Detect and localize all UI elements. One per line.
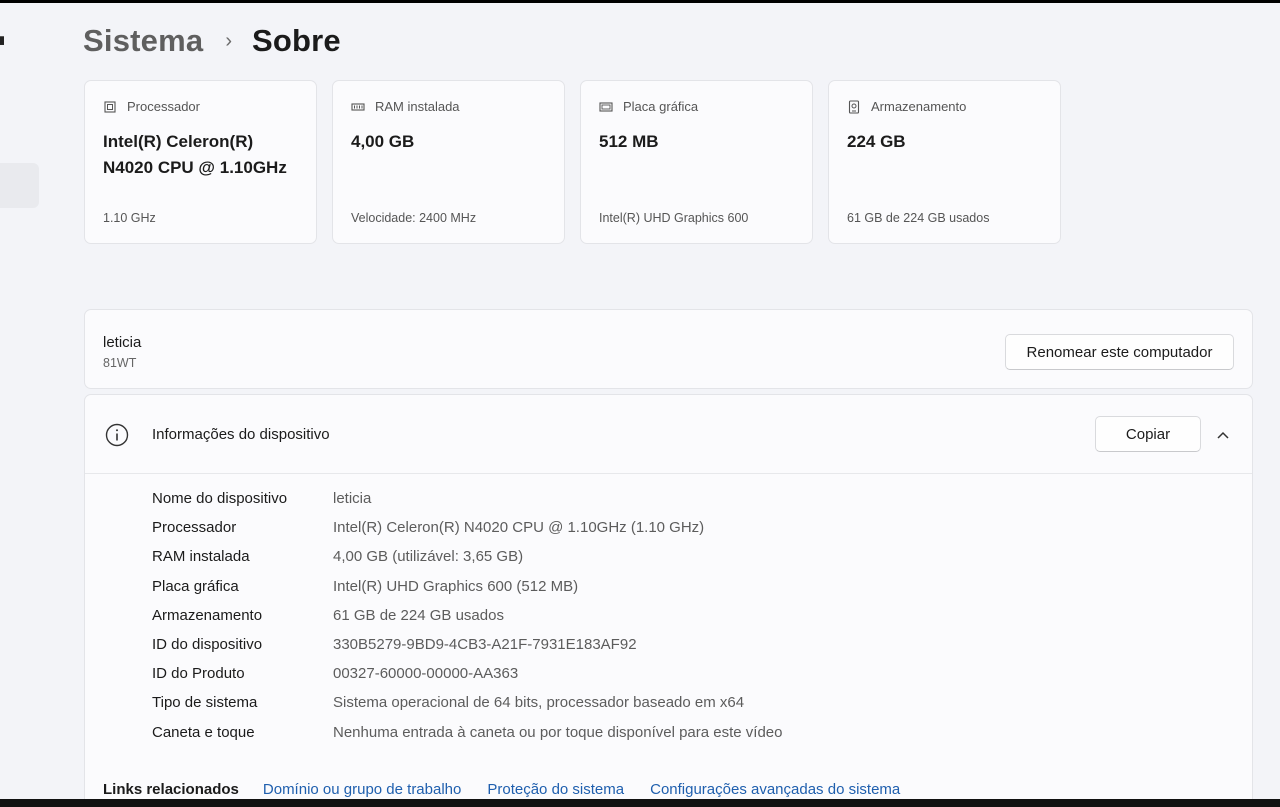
nav-icon[interactable]: ■ xyxy=(0,30,4,50)
copy-button[interactable]: Copiar xyxy=(1095,416,1201,452)
bottom-edge xyxy=(0,799,1280,807)
card-subtext: Intel(R) UHD Graphics 600 xyxy=(599,211,749,225)
breadcrumb-parent[interactable]: Sistema xyxy=(83,23,203,59)
spec-value: 4,00 GB (utilizável: 3,65 GB) xyxy=(333,548,524,566)
computer-model: 81WT xyxy=(103,356,137,370)
spec-row: ID do dispositivo 330B5279-9BD9-4CB3-A21F… xyxy=(152,630,782,659)
card-value: 512 MB xyxy=(599,132,659,151)
spec-row: Placa gráfica Intel(R) UHD Graphics 600 (… xyxy=(152,572,782,601)
device-info-panel: Informações do dispositivo Copiar Nome d… xyxy=(84,394,1253,799)
link-domain-workgroup[interactable]: Domínio ou grupo de trabalho xyxy=(263,781,461,798)
card-subtext: 61 GB de 224 GB usados xyxy=(847,211,990,225)
card-value: 224 GB xyxy=(847,132,906,151)
device-info-header[interactable]: Informações do dispositivo Copiar xyxy=(85,395,1252,474)
spec-key: ID do Produto xyxy=(152,665,245,683)
related-links: Links relacionados Domínio ou grupo de t… xyxy=(103,781,926,798)
card-storage: Armazenamento 224 GB 61 GB de 224 GB usa… xyxy=(828,80,1061,244)
spec-value: Intel(R) UHD Graphics 600 (512 MB) xyxy=(333,577,579,595)
chevron-up-icon[interactable] xyxy=(1213,425,1233,445)
spec-value: 330B5279-9BD9-4CB3-A21F-7931E183AF92 xyxy=(333,636,637,654)
settings-window: ■ Sistema › Sobre Processador Intel(R) C… xyxy=(0,3,1280,799)
card-label: Processador xyxy=(127,99,200,114)
card-ram: RAM instalada 4,00 GB Velocidade: 2400 M… xyxy=(332,80,565,244)
device-info-title: Informações do dispositivo xyxy=(152,426,330,443)
card-graphics: Placa gráfica 512 MB Intel(R) UHD Graphi… xyxy=(580,80,813,244)
card-subtext: 1.10 GHz xyxy=(103,211,156,225)
card-label: RAM instalada xyxy=(375,99,460,114)
spec-key: Placa gráfica xyxy=(152,577,239,595)
spec-key: RAM instalada xyxy=(152,548,250,566)
device-specs-list: Nome do dispositivo leticia Processador In… xyxy=(152,484,782,747)
processor-icon xyxy=(103,100,117,114)
spec-key: Armazenamento xyxy=(152,606,263,624)
spec-row: Processador Intel(R) Celeron(R) N4020 CPU… xyxy=(152,513,782,542)
graphics-card-icon xyxy=(599,100,613,114)
card-subtext: Velocidade: 2400 MHz xyxy=(351,211,477,225)
ram-icon xyxy=(351,100,365,114)
spec-key: Nome do dispositivo xyxy=(152,490,288,508)
spec-row: Armazenamento 61 GB de 224 GB usados xyxy=(152,601,782,630)
info-icon xyxy=(105,423,129,447)
spec-value: Sistema operacional de 64 bits, processa… xyxy=(333,694,745,712)
spec-key: Processador xyxy=(152,519,237,537)
storage-icon xyxy=(847,99,861,114)
spec-value: leticia xyxy=(333,490,372,508)
computer-name: leticia xyxy=(103,334,142,351)
link-advanced-system-settings[interactable]: Configurações avançadas do sistema xyxy=(650,781,900,798)
card-value: Intel(R) Celeron(R) N4020 CPU @ 1.10GHz xyxy=(103,132,287,177)
breadcrumb: Sistema › Sobre xyxy=(83,19,341,63)
computer-name-row: leticia 81WT Renomear este computador xyxy=(84,309,1253,389)
spec-value: 61 GB de 224 GB usados xyxy=(333,606,504,624)
spec-value: 00327-60000-00000-AA363 xyxy=(333,665,519,683)
card-label: Armazenamento xyxy=(871,99,967,114)
spec-value: Intel(R) Celeron(R) N4020 CPU @ 1.10GHz … xyxy=(333,519,705,537)
spec-key: Tipo de sistema xyxy=(152,694,258,712)
chevron-right-icon: › xyxy=(225,29,232,52)
card-value: 4,00 GB xyxy=(351,132,415,151)
spec-key: Caneta e toque xyxy=(152,723,255,741)
page-title: Sobre xyxy=(251,23,341,58)
link-system-protection[interactable]: Proteção do sistema xyxy=(487,781,624,798)
spec-row: Caneta e toque Nenhuma entrada à caneta o… xyxy=(152,718,782,747)
rename-computer-button[interactable]: Renomear este computador xyxy=(1005,334,1234,370)
sidebar-selected-item[interactable] xyxy=(0,163,39,208)
spec-key: ID do dispositivo xyxy=(152,636,263,654)
spec-row: Nome do dispositivo leticia xyxy=(152,484,782,513)
spec-row: RAM instalada 4,00 GB (utilizável: 3,65 G… xyxy=(152,542,782,571)
related-links-title: Links relacionados xyxy=(103,781,239,798)
card-processor: Processador Intel(R) Celeron(R) N4020 CP… xyxy=(84,80,317,244)
spec-row: Tipo de sistema Sistema operacional de 64… xyxy=(152,688,782,717)
card-label: Placa gráfica xyxy=(623,99,699,114)
spec-value: Nenhuma entrada à caneta ou por toque di… xyxy=(333,723,783,741)
spec-row: ID do Produto 00327-60000-00000-AA363 xyxy=(152,659,782,688)
